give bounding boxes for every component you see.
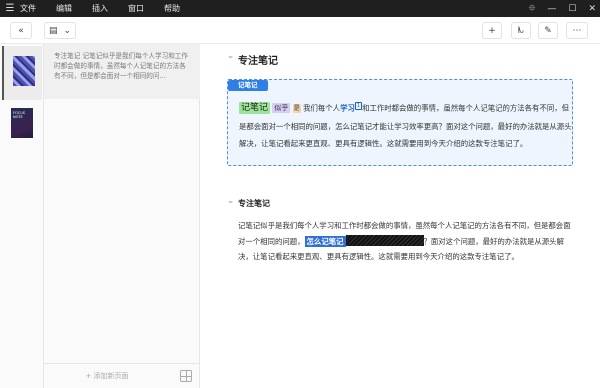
bold-text: 学习 bbox=[340, 103, 355, 113]
pin-icon[interactable]: ⯐ bbox=[529, 1, 536, 17]
close-icon[interactable]: ✕ bbox=[588, 4, 596, 14]
block-handle-icon[interactable]: = bbox=[228, 55, 235, 62]
menu-insert[interactable]: 插入 bbox=[92, 3, 108, 14]
highlight-green: 记笔记 bbox=[239, 102, 271, 115]
mark-button[interactable]: ᗃ bbox=[511, 22, 531, 39]
cover-thumbnail[interactable]: FOCUS NOTE bbox=[11, 108, 33, 138]
pattern-image bbox=[13, 56, 35, 86]
redacted-area bbox=[345, 234, 424, 246]
window-controls: ⯐ — ☐ ✕ bbox=[529, 0, 596, 17]
menu-window[interactable]: 窗口 bbox=[128, 3, 144, 14]
maximize-icon[interactable]: ☐ bbox=[568, 4, 576, 14]
page-card[interactable]: 专注笔记 记笔记似乎是我们每个人学习和工作时都会做的事情，虽然每个人记笔记的方法… bbox=[44, 44, 200, 99]
minimize-icon[interactable]: — bbox=[547, 4, 556, 14]
toolbar: « ▤ ⌄ + ᗃ ✎ ⋯ bbox=[0, 17, 600, 44]
more-button[interactable]: ⋯ bbox=[566, 22, 588, 39]
magic-button[interactable]: ✎ bbox=[538, 22, 558, 39]
reference-badge[interactable]: 1 bbox=[354, 102, 363, 110]
plus-icon: + bbox=[488, 25, 496, 36]
flag-icon: ᗃ bbox=[518, 25, 524, 36]
grid-icon[interactable] bbox=[180, 370, 192, 382]
highlight-blue: 怎么记笔记 bbox=[304, 235, 346, 247]
block2-paragraph[interactable]: 记笔记似乎是我们每个人学习和工作时都会做的事情，虽然每个人记笔记的方法各有不同，… bbox=[238, 218, 576, 265]
page-list: 专注笔记 记笔记似乎是我们每个人学习和工作时都会做的事情，虽然每个人记笔记的方法… bbox=[44, 44, 200, 388]
magic-wand-icon: ✎ bbox=[544, 25, 552, 36]
block-tag[interactable]: 记笔记 bbox=[228, 80, 268, 91]
more-icon: ⋯ bbox=[572, 25, 582, 36]
highlight-purple: 似乎 bbox=[272, 103, 291, 114]
layout-icon: ▤ bbox=[48, 25, 58, 36]
hamburger-menu-icon[interactable]: ☰ bbox=[0, 3, 20, 14]
page-list-footer: + 添加新页面 bbox=[44, 363, 200, 388]
editor: = 专注笔记 记笔记 记笔记 似乎 是 我们每个人学习 1 和工作时都会做的事情，虽… bbox=[200, 44, 600, 388]
menu-bar: ☰ 文件 编辑 插入 窗口 帮助 ⯐ — ☐ ✕ bbox=[0, 0, 600, 17]
double-chevron-left-icon: « bbox=[18, 25, 24, 36]
paragraph-text: 我们每个人 bbox=[303, 103, 341, 113]
add-button[interactable]: + bbox=[482, 22, 502, 39]
page-card-preview: 专注笔记 记笔记似乎是我们每个人学习和工作时都会做的事情，虽然每个人记笔记的方法… bbox=[54, 52, 188, 80]
menu-file[interactable]: 文件 bbox=[20, 3, 36, 14]
page-thumbnails: FOCUS NOTE bbox=[0, 44, 44, 388]
pattern-thumbnail[interactable] bbox=[2, 46, 42, 100]
block1-paragraph[interactable]: 记笔记 似乎 是 我们每个人学习 1 和工作时都会做的事情，虽然每个人记笔记的方法各… bbox=[239, 98, 574, 153]
menu-edit[interactable]: 编辑 bbox=[56, 3, 72, 14]
add-page-button[interactable]: + 添加新页面 bbox=[44, 371, 170, 381]
collapse-sidebar-button[interactable]: « bbox=[10, 22, 32, 39]
heading-title[interactable]: 专注笔记 bbox=[238, 52, 278, 67]
chevron-down-icon: ⌄ bbox=[63, 25, 72, 36]
highlight-orange: 是 bbox=[292, 104, 301, 114]
view-mode-button[interactable]: ▤ ⌄ bbox=[44, 22, 76, 39]
heading-subtitle[interactable]: 专注笔记 bbox=[238, 198, 270, 209]
block-handle-icon[interactable]: = bbox=[228, 200, 235, 207]
cover-text: FOCUS NOTE bbox=[13, 111, 25, 119]
menu-help[interactable]: 帮助 bbox=[164, 3, 180, 14]
